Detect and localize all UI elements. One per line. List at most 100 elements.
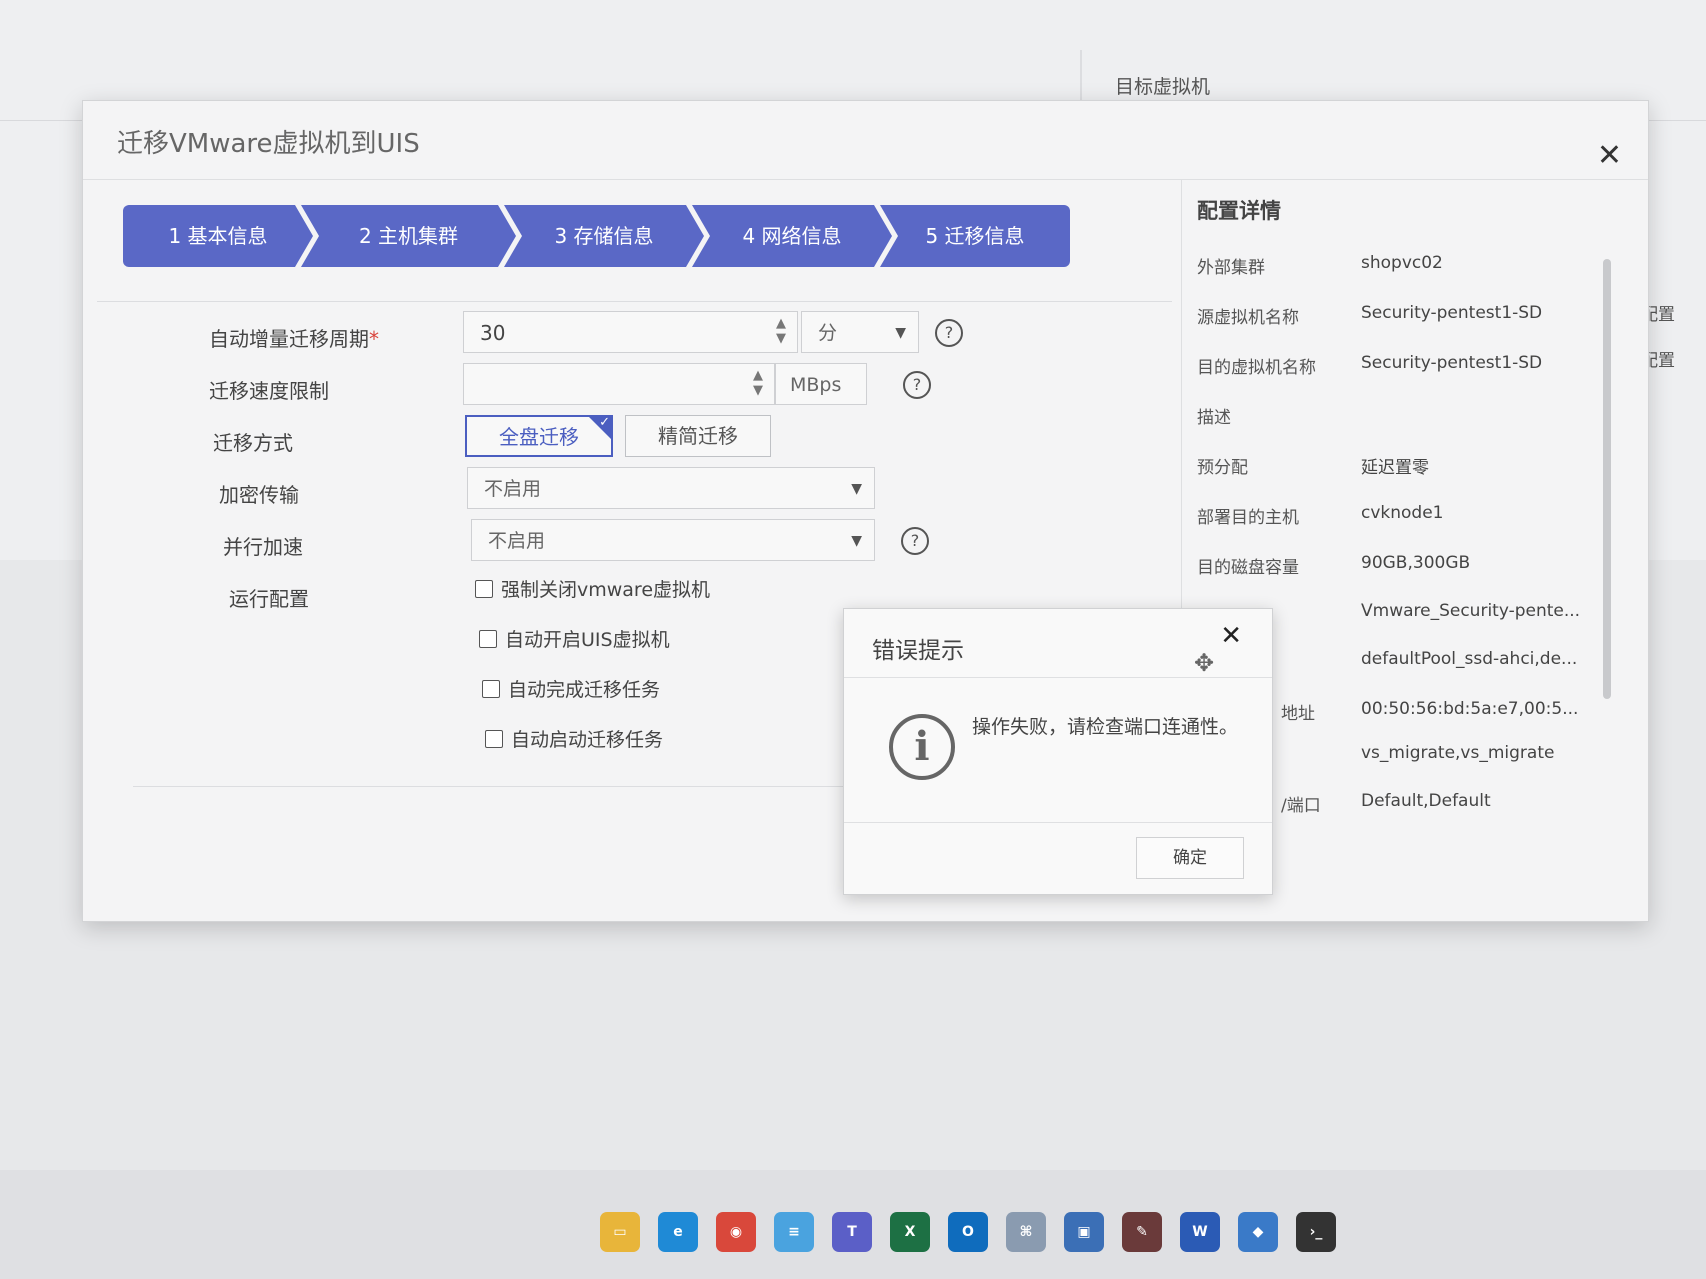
detail-label: 目的虚拟机名称	[1197, 358, 1316, 378]
cycle-stepper[interactable]: ▲ ▼	[771, 316, 791, 346]
detail-value: 延迟置零	[1361, 458, 1429, 478]
speed-input[interactable]: ▲ ▼	[463, 363, 775, 405]
speed-stepper[interactable]: ▲ ▼	[748, 368, 768, 398]
error-dialog-title: 错误提示	[872, 638, 964, 664]
close-icon[interactable]: ✕	[1597, 141, 1622, 171]
taskbar: ▭ e ◉ ≡ T X O ⌘ ▣ ✎ W ◆ ›_	[0, 1170, 1706, 1279]
encrypt-select[interactable]: 不启用 ▼	[467, 467, 875, 509]
detail-label: 描述	[1197, 408, 1231, 428]
detail-label: /端口	[1281, 796, 1321, 816]
check-icon: ✓	[599, 415, 610, 430]
file-explorer-icon[interactable]: ▭	[600, 1212, 640, 1252]
spin-down-icon[interactable]: ▼	[771, 331, 791, 346]
chrome-icon[interactable]: ◉	[716, 1212, 756, 1252]
outlook-icon[interactable]: O	[948, 1212, 988, 1252]
checkbox-label: 自动开启UIS虚拟机	[505, 629, 670, 651]
checkbox-box[interactable]	[485, 729, 503, 748]
checkbox-box[interactable]	[479, 629, 497, 648]
detail-value: cvknode1	[1361, 503, 1444, 523]
error-dialog-footer-divider	[844, 822, 1272, 823]
full-migration-label: 全盘迁移	[499, 425, 579, 449]
step-network-info[interactable]: 4 网络信息	[692, 205, 892, 267]
error-dialog: 错误提示 ✕ ✥ i 操作失败，请检查端口连通性。 确定	[843, 608, 1273, 895]
parallel-select[interactable]: 不启用 ▼	[471, 519, 875, 561]
spin-up-icon[interactable]: ▲	[748, 368, 768, 383]
dialog-title: 迁移VMware虚拟机到UIS	[117, 129, 420, 159]
excel-icon[interactable]: X	[890, 1212, 930, 1252]
step-storage-info[interactable]: 3 存储信息	[504, 205, 704, 267]
detail-value: Security-pentest1-SD	[1361, 353, 1543, 373]
step-basic-info[interactable]: 1 基本信息	[123, 205, 313, 267]
encrypt-value: 不启用	[484, 478, 542, 500]
help-icon[interactable]: ?	[935, 319, 963, 347]
run-config-label: 运行配置	[229, 587, 309, 611]
step-migration-info[interactable]: 5 迁移信息	[880, 205, 1070, 267]
cycle-label: 自动增量迁移周期*	[209, 323, 379, 352]
taskbar-icons: ▭ e ◉ ≡ T X O ⌘ ▣ ✎ W ◆ ›_	[600, 1212, 1336, 1252]
info-icon: i	[889, 714, 955, 780]
force-shutdown-checkbox[interactable]: 强制关闭vmware虚拟机	[475, 575, 710, 602]
stepper-divider	[97, 301, 1172, 302]
target-vm-title: 目标虚拟机	[1115, 76, 1211, 98]
checkbox-label: 强制关闭vmware虚拟机	[501, 579, 711, 601]
terminal-icon[interactable]: ›_	[1296, 1212, 1336, 1252]
panel-scrollbar[interactable]	[1603, 259, 1611, 699]
config-details-title: 配置详情	[1197, 199, 1281, 223]
detail-value: 00:50:56:bd:5a:e7,00:5...	[1361, 699, 1579, 719]
chevron-down-icon: ▼	[851, 533, 862, 549]
checkbox-label: 自动启动迁移任务	[511, 729, 664, 751]
wizard-stepper: 1 基本信息 2 主机集群 3 存储信息 4 网络信息 5 迁移信息	[123, 205, 1070, 267]
chevron-down-icon: ▼	[895, 325, 906, 341]
checkbox-label: 自动完成迁移任务	[508, 679, 661, 701]
cycle-unit-select[interactable]: 分 ▼	[801, 311, 919, 353]
parallel-label: 并行加速	[223, 535, 303, 559]
thin-migration-button[interactable]: 精简迁移	[625, 415, 771, 457]
step-host-cluster[interactable]: 2 主机集群	[301, 205, 516, 267]
cycle-input[interactable]: 30 ▲ ▼	[463, 311, 798, 353]
speed-label: 迁移速度限制	[209, 379, 329, 403]
auto-complete-checkbox[interactable]: 自动完成迁移任务	[482, 675, 660, 702]
detail-label: 目的磁盘容量	[1197, 558, 1299, 578]
detail-label: 预分配	[1197, 458, 1248, 478]
detail-value: Security-pentest1-SD	[1361, 303, 1543, 323]
tool-icon[interactable]: ✎	[1122, 1212, 1162, 1252]
ok-button[interactable]: 确定	[1136, 837, 1244, 879]
auto-start-uis-checkbox[interactable]: 自动开启UIS虚拟机	[479, 625, 670, 652]
speed-unit: MBps	[775, 363, 867, 405]
spin-down-icon[interactable]: ▼	[748, 383, 768, 398]
encrypt-label: 加密传输	[219, 483, 299, 507]
mode-label: 迁移方式	[213, 431, 293, 455]
parallel-value: 不启用	[488, 530, 546, 552]
error-dialog-header-divider	[844, 677, 1272, 678]
edge-icon[interactable]: e	[658, 1212, 698, 1252]
detail-label: 源虚拟机名称	[1197, 308, 1299, 328]
checkbox-box[interactable]	[482, 679, 500, 698]
remote-desktop-icon[interactable]: ▣	[1064, 1212, 1104, 1252]
spin-up-icon[interactable]: ▲	[771, 316, 791, 331]
detail-value: 90GB,300GB	[1361, 553, 1471, 573]
checkbox-box[interactable]	[475, 579, 493, 598]
detail-value: defaultPool_ssd-ahci,de...	[1361, 649, 1578, 669]
network-icon[interactable]: ⌘	[1006, 1212, 1046, 1252]
cycle-unit-value: 分	[818, 322, 838, 344]
help-icon[interactable]: ?	[901, 527, 929, 555]
close-icon[interactable]: ✕	[1220, 623, 1242, 649]
auto-launch-task-checkbox[interactable]: 自动启动迁移任务	[485, 725, 663, 752]
app-cube-icon[interactable]: ◆	[1238, 1212, 1278, 1252]
full-migration-button[interactable]: 全盘迁移 ✓	[465, 415, 613, 457]
word-icon[interactable]: W	[1180, 1212, 1220, 1252]
teams-icon[interactable]: T	[832, 1212, 872, 1252]
detail-label: 部署目的主机	[1197, 508, 1299, 528]
detail-value: Default,Default	[1361, 791, 1491, 811]
help-icon[interactable]: ?	[903, 371, 931, 399]
cycle-value: 30	[480, 321, 506, 345]
detail-value: Vmware_Security-pente...	[1361, 601, 1581, 621]
detail-label: 外部集群	[1197, 258, 1265, 278]
cycle-label-text: 自动增量迁移周期	[209, 327, 369, 351]
detail-value: vs_migrate,vs_migrate	[1361, 743, 1555, 763]
move-cursor-icon: ✥	[1194, 649, 1215, 677]
detail-label: 地址	[1281, 704, 1315, 724]
required-mark: *	[369, 327, 379, 351]
error-message: 操作失败，请检查端口连通性。	[972, 716, 1239, 738]
notepad-icon[interactable]: ≡	[774, 1212, 814, 1252]
